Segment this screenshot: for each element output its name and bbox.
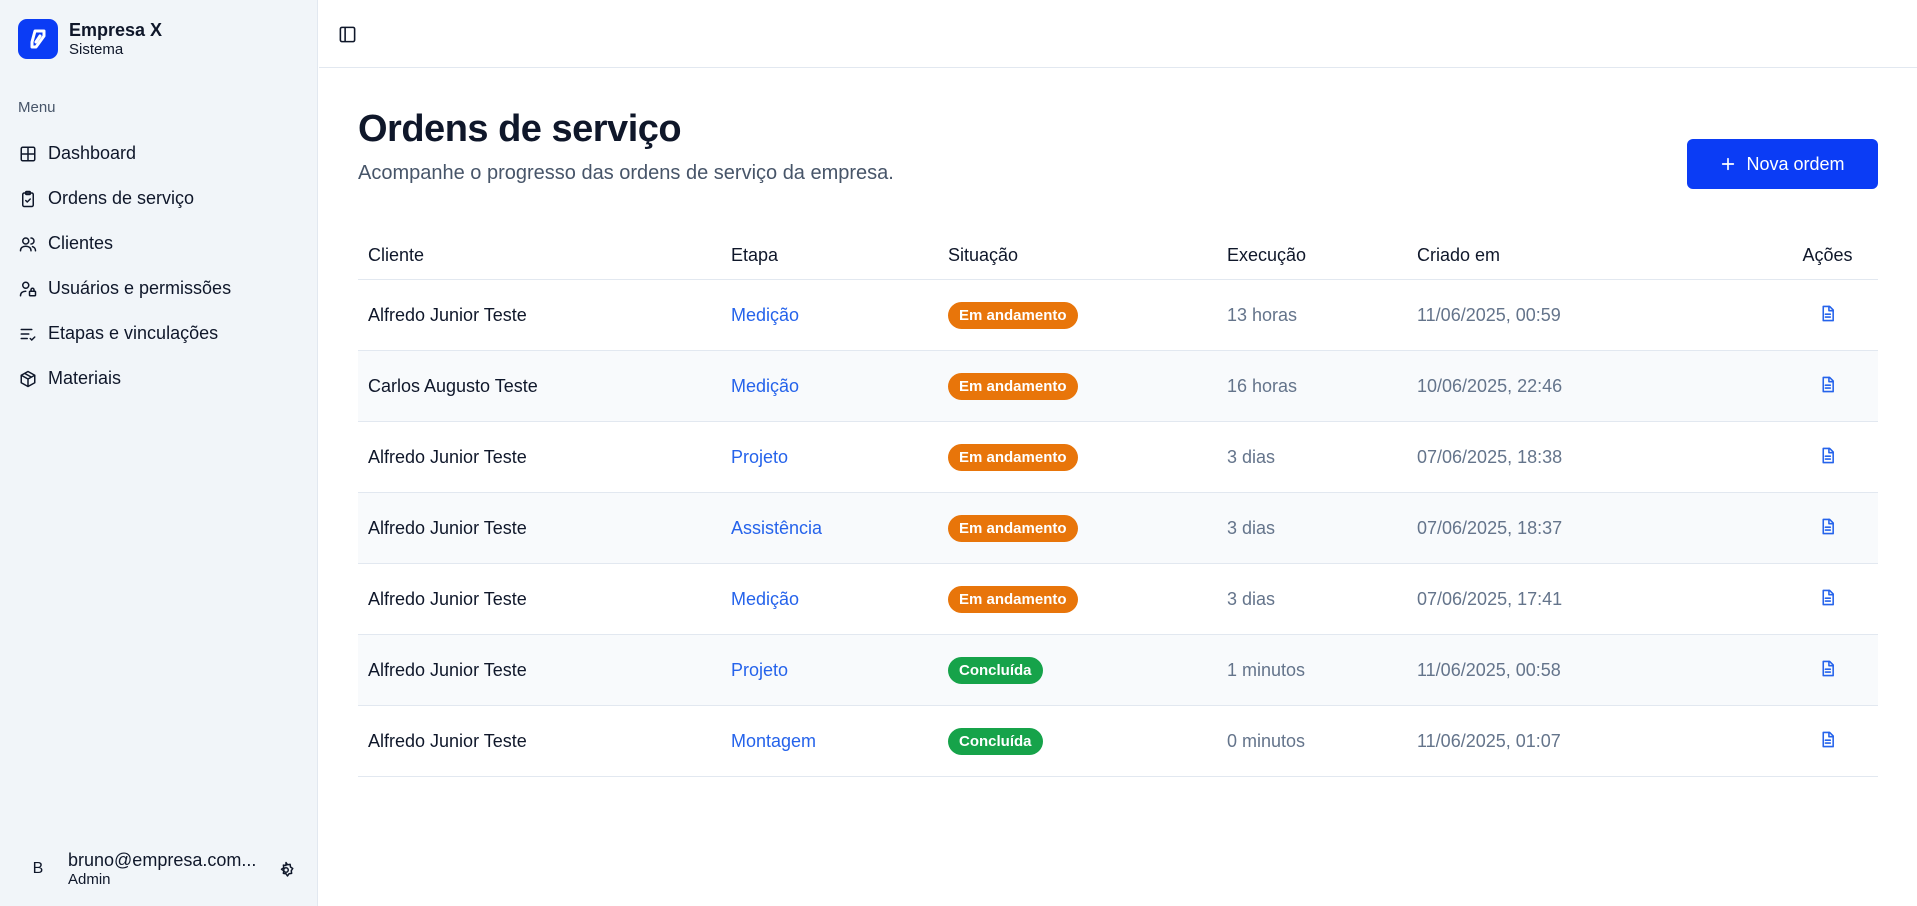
grid-icon xyxy=(18,144,38,164)
document-icon[interactable] xyxy=(1816,657,1840,681)
cell-created: 11/06/2025, 01:07 xyxy=(1417,730,1561,751)
sidebar: Empresa X Sistema Menu Dashboard Ordens … xyxy=(0,0,318,906)
user-role: Admin xyxy=(68,871,111,888)
cell-stage-link[interactable]: Assistência xyxy=(731,518,822,538)
table-row[interactable]: Alfredo Junior Teste Montagem Concluída 0 m… xyxy=(358,706,1878,777)
page-title: Ordens de serviço xyxy=(358,108,682,150)
page-subtitle: Acompanhe o progresso das ordens de serv… xyxy=(358,162,894,184)
sidebar-item-usuarios[interactable]: Usuários e permissões xyxy=(18,266,300,311)
cell-created: 07/06/2025, 18:38 xyxy=(1417,446,1563,467)
new-order-button[interactable]: Nova ordem xyxy=(1687,139,1878,189)
cell-created: 07/06/2025, 17:41 xyxy=(1417,588,1563,609)
table-row[interactable]: Alfredo Junior Teste Assistência Em andame… xyxy=(358,493,1878,564)
gear-icon[interactable] xyxy=(276,860,296,880)
user-panel[interactable]: B bruno@empresa.com... Admin xyxy=(18,849,300,889)
cell-stage-link[interactable]: Projeto xyxy=(731,660,788,680)
cell-stage-link[interactable]: Medição xyxy=(731,376,799,396)
cell-created: 11/06/2025, 00:58 xyxy=(1417,659,1561,680)
sidebar-item-label: Dashboard xyxy=(48,143,137,163)
table-body: Alfredo Junior Teste Medição Em andamento 1… xyxy=(358,280,1878,777)
cell-client: Alfredo Junior Teste xyxy=(368,304,527,325)
header-execution: Execução xyxy=(1227,245,1307,265)
table-row[interactable]: Carlos Augusto Teste Medição Em andamento 1… xyxy=(358,351,1878,422)
document-icon[interactable] xyxy=(1816,302,1840,326)
user-lock-icon xyxy=(18,279,38,299)
status-badge: Em andamento xyxy=(948,585,1078,613)
clipboard-check-icon xyxy=(18,189,38,209)
document-icon[interactable] xyxy=(1816,728,1840,752)
status-badge: Concluída xyxy=(948,656,1043,684)
sidebar-item-label: Etapas e vinculações xyxy=(48,323,219,343)
sidebar-item-etapas[interactable]: Etapas e vinculações xyxy=(18,311,300,356)
header-client: Cliente xyxy=(368,245,425,265)
brand-subtitle: Sistema xyxy=(69,41,124,58)
sidebar-item-label: Usuários e permissões xyxy=(48,278,232,298)
new-order-label: Nova ordem xyxy=(1746,153,1845,174)
sidebar-item-ordens[interactable]: Ordens de serviço xyxy=(18,176,300,221)
status-badge: Concluída xyxy=(948,727,1043,755)
sidebar-item-label: Ordens de serviço xyxy=(48,188,195,208)
list-check-icon xyxy=(18,324,38,344)
sidebar-toggle-icon[interactable] xyxy=(337,24,357,44)
cell-execution: 3 dias xyxy=(1227,446,1276,467)
cell-created: 10/06/2025, 22:46 xyxy=(1417,375,1563,396)
header-created: Criado em xyxy=(1417,245,1501,265)
cell-client: Alfredo Junior Teste xyxy=(368,446,527,467)
header-status: Situação xyxy=(948,245,1019,265)
menu-title: Menu xyxy=(18,99,56,116)
cell-client: Alfredo Junior Teste xyxy=(368,588,527,609)
document-icon[interactable] xyxy=(1816,515,1840,539)
topbar xyxy=(319,0,1917,68)
cell-client: Alfredo Junior Teste xyxy=(368,517,527,538)
cell-execution: 3 dias xyxy=(1227,517,1276,538)
plus-icon xyxy=(1720,156,1736,172)
cell-client: Alfredo Junior Teste xyxy=(368,730,527,751)
cell-client: Alfredo Junior Teste xyxy=(368,659,527,680)
document-icon[interactable] xyxy=(1816,444,1840,468)
brand[interactable]: Empresa X Sistema xyxy=(18,19,162,59)
table-row[interactable]: Alfredo Junior Teste Medição Em andamento 3… xyxy=(358,564,1878,635)
cell-stage-link[interactable]: Projeto xyxy=(731,447,788,467)
cell-execution: 1 minutos xyxy=(1227,659,1306,680)
cell-execution: 16 horas xyxy=(1227,375,1298,396)
sidebar-item-label: Clientes xyxy=(48,233,114,253)
table-header: Cliente Etapa Situação Execução Criado e… xyxy=(358,232,1878,280)
cell-stage-link[interactable]: Montagem xyxy=(731,731,816,751)
cell-execution: 0 minutos xyxy=(1227,730,1306,751)
status-badge: Em andamento xyxy=(948,443,1078,471)
sidebar-item-clientes[interactable]: Clientes xyxy=(18,221,300,266)
cell-client: Carlos Augusto Teste xyxy=(368,375,538,396)
cell-execution: 3 dias xyxy=(1227,588,1276,609)
status-badge: Em andamento xyxy=(948,372,1078,400)
cell-stage-link[interactable]: Medição xyxy=(731,305,799,325)
sidebar-menu: Dashboard Ordens de serviço Clientes Usu… xyxy=(18,131,300,401)
sidebar-item-label: Materiais xyxy=(48,368,122,388)
cell-stage-link[interactable]: Medição xyxy=(731,589,799,609)
status-badge: Em andamento xyxy=(948,514,1078,542)
table-row[interactable]: Alfredo Junior Teste Projeto Em andamento 3… xyxy=(358,422,1878,493)
brand-name: Empresa X xyxy=(69,20,163,40)
document-icon[interactable] xyxy=(1816,373,1840,397)
avatar: B xyxy=(32,860,44,877)
users-icon xyxy=(18,234,38,254)
table-row[interactable]: Alfredo Junior Teste Projeto Concluída 1 mi… xyxy=(358,635,1878,706)
user-email: bruno@empresa.com... xyxy=(68,850,257,870)
cell-created: 11/06/2025, 00:59 xyxy=(1417,304,1561,325)
table-row[interactable]: Alfredo Junior Teste Medição Em andamento 1… xyxy=(358,280,1878,351)
sidebar-item-dashboard[interactable]: Dashboard xyxy=(18,131,300,176)
header-actions: Ações xyxy=(1802,245,1853,265)
cell-execution: 13 horas xyxy=(1227,304,1298,325)
header-stage: Etapa xyxy=(731,245,779,265)
orders-table: Cliente Etapa Situação Execução Criado e… xyxy=(358,232,1878,777)
status-badge: Em andamento xyxy=(948,301,1078,329)
cell-created: 07/06/2025, 18:37 xyxy=(1417,517,1563,538)
sidebar-item-materiais[interactable]: Materiais xyxy=(18,356,300,401)
document-icon[interactable] xyxy=(1816,586,1840,610)
logo-icon xyxy=(18,19,58,59)
package-icon xyxy=(18,369,38,389)
